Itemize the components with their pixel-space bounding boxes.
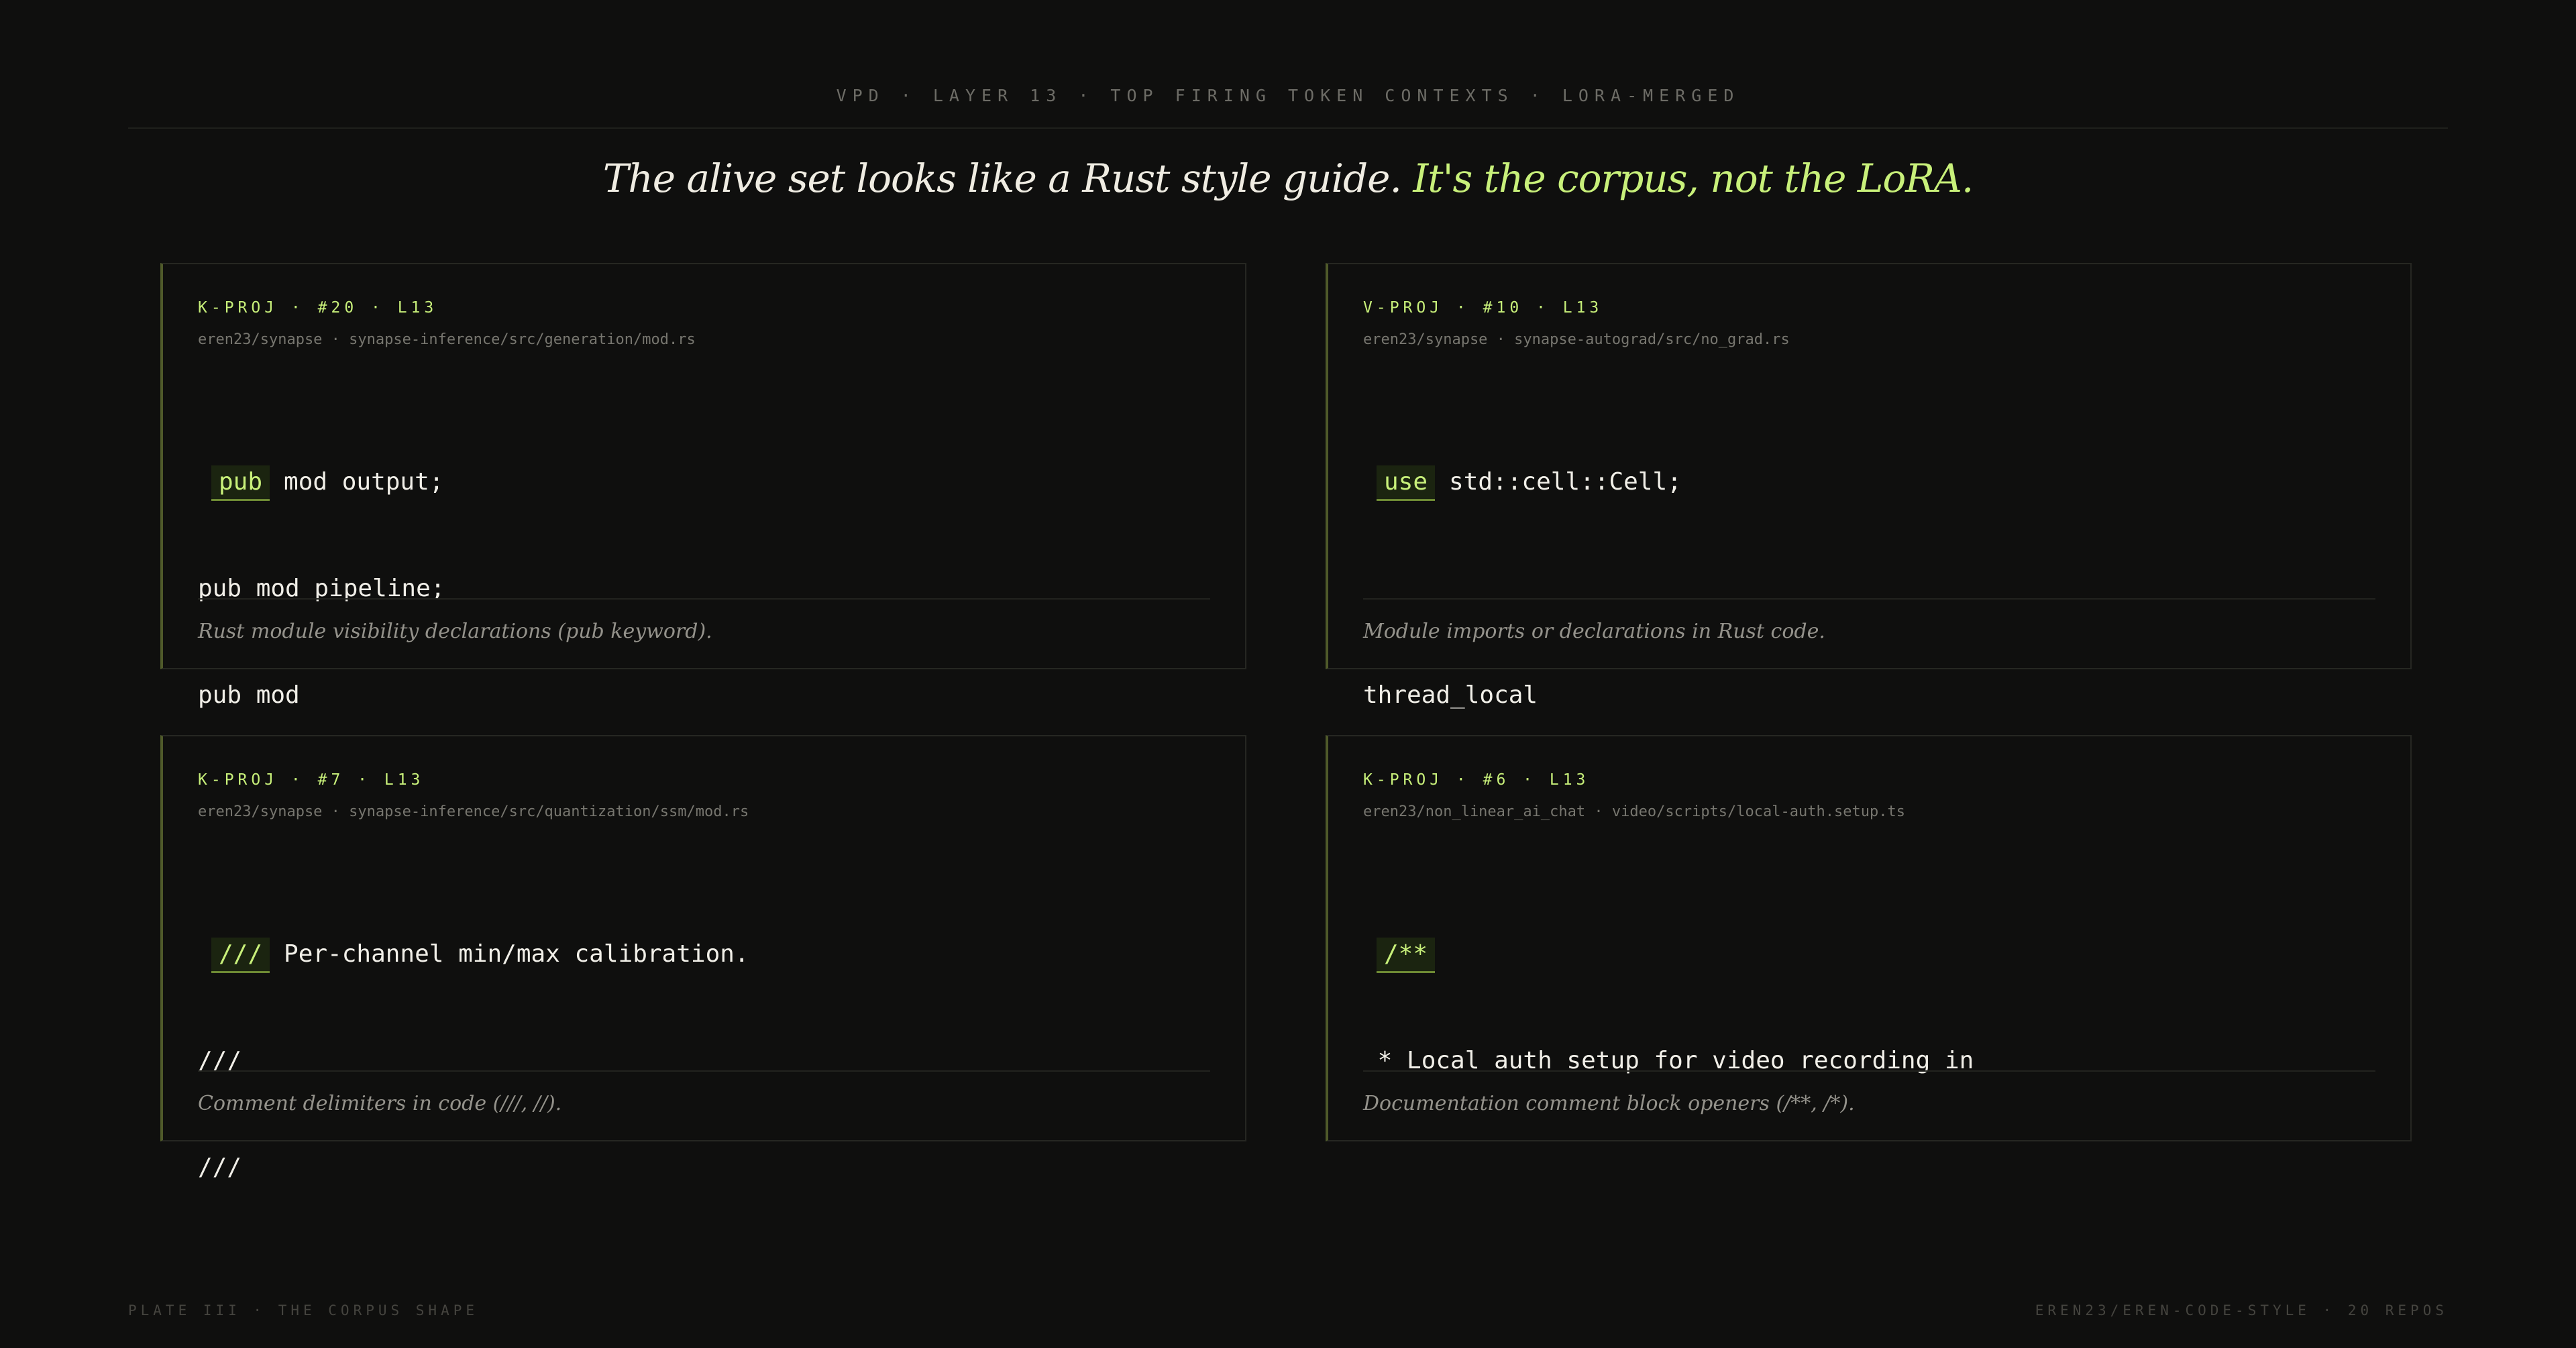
card-tag: K-PROJ · #6 · L13	[1363, 771, 1590, 789]
code-line: thread_local	[1363, 681, 1538, 709]
card-source: eren23/synapse · synapse-inference/src/q…	[198, 803, 749, 820]
code-line: ///	[198, 1047, 242, 1074]
code-line: pub mod	[198, 681, 300, 709]
card-tag: K-PROJ · #20 · L13	[198, 299, 438, 317]
title-main: The alive set looks like a Rust style gu…	[602, 156, 1402, 201]
highlighted-token: use	[1377, 465, 1436, 501]
code-line: /**	[1363, 936, 1974, 973]
card-description: Rust module visibility declarations (pub…	[198, 620, 712, 643]
code-line: pub mod output;	[198, 464, 445, 501]
token-context-card: K-PROJ · #7 · L13 eren23/synapse · synap…	[160, 735, 1246, 1181]
highlighted-token: pub	[211, 465, 270, 501]
code-line: use std::cell::Cell;	[1363, 464, 1682, 501]
token-context-card: K-PROJ · #6 · L13 eren23/non_linear_ai_c…	[1326, 735, 2412, 1141]
header-text: VPD · LAYER 13 · TOP FIRING TOKEN CONTEX…	[836, 86, 1740, 105]
card-tag: K-PROJ · #7 · L13	[198, 771, 425, 789]
code-snippet: /// Per-channel min/max calibration. /// …	[198, 865, 749, 1256]
footer-plate-label: PLATE III · THE CORPUS SHAPE	[128, 1302, 479, 1318]
code-text: Per-channel min/max calibration.	[284, 940, 749, 968]
token-context-card: K-PROJ · #20 · L13 eren23/synapse · syna…	[160, 263, 1246, 709]
card-divider	[1363, 1070, 2375, 1072]
title-accent: It's the corpus, not the LoRA.	[1413, 156, 1974, 201]
code-text: mod output;	[284, 468, 444, 496]
code-text: std::cell::Cell;	[1449, 468, 1682, 496]
code-line: * Local auth setup for video recording i…	[1363, 1047, 1974, 1074]
highlighted-token: /**	[1377, 938, 1436, 973]
card-source: eren23/synapse · synapse-autograd/src/no…	[1363, 331, 1790, 348]
card-divider	[1363, 598, 2375, 600]
card-divider	[198, 598, 1210, 600]
card-description: Comment delimiters in code (///, //).	[198, 1092, 562, 1115]
code-line: pub mod pipeline;	[198, 575, 445, 602]
highlighted-token: ///	[211, 938, 270, 973]
card-source: eren23/non_linear_ai_chat · video/script…	[1363, 803, 1905, 820]
token-context-card: V-PROJ · #10 · L13 eren23/synapse · syna…	[1326, 263, 2412, 709]
code-snippet: pub mod output; pub mod pipeline; pub mod	[198, 393, 445, 784]
page-header: VPD · LAYER 13 · TOP FIRING TOKEN CONTEX…	[128, 86, 2448, 129]
card-divider	[198, 1070, 1210, 1072]
card-description: Documentation comment block openers (/**…	[1363, 1092, 1855, 1115]
footer-repo-label: EREN23/EREN-CODE-STYLE · 20 REPOS	[2035, 1302, 2448, 1318]
code-line: /// Per-channel min/max calibration.	[198, 936, 749, 973]
card-tag: V-PROJ · #10 · L13	[1363, 299, 1603, 317]
code-line: ///	[198, 1154, 242, 1181]
card-description: Module imports or declarations in Rust c…	[1363, 620, 1825, 643]
card-source: eren23/synapse · synapse-inference/src/g…	[198, 331, 696, 348]
code-snippet: use std::cell::Cell; thread_local	[1363, 393, 1682, 784]
page-title: The alive set looks like a Rust style gu…	[0, 156, 2576, 201]
